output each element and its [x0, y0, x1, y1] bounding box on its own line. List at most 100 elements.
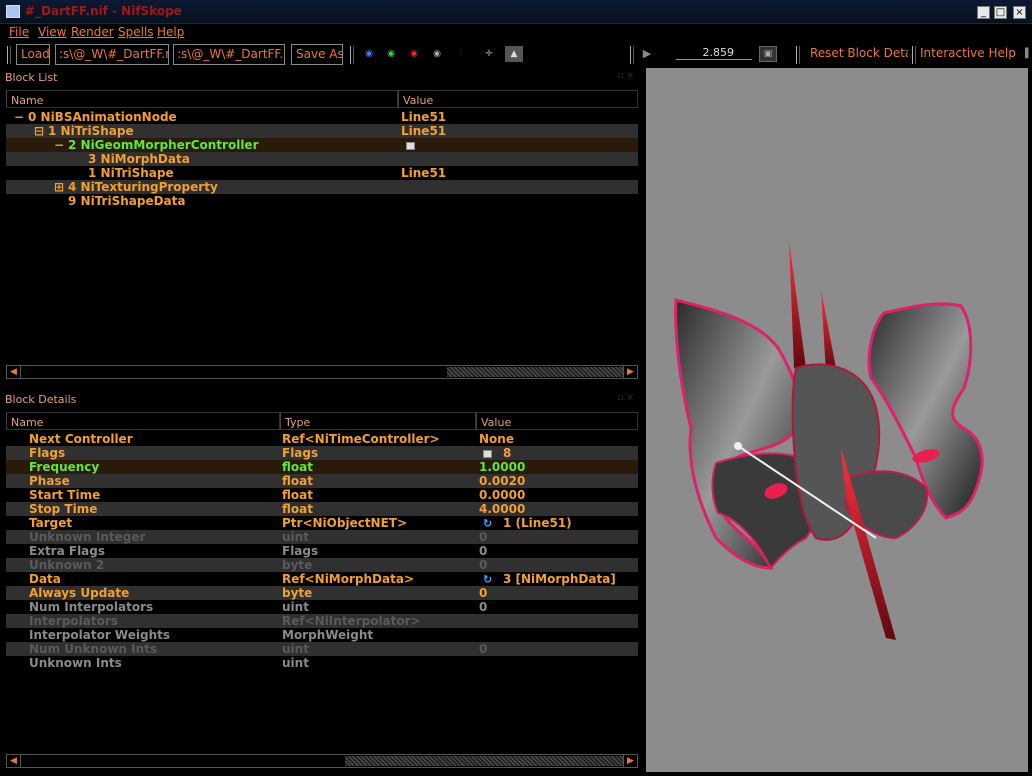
details-row[interactable]: Interpolator Weights MorphWeight	[6, 628, 638, 642]
details-row-name: Flags	[29, 446, 66, 460]
details-row-value[interactable]: 0	[479, 642, 487, 656]
details-row-value[interactable]: 0	[479, 530, 487, 544]
toolbar-grip-4[interactable]	[796, 46, 800, 64]
tree-row[interactable]: ⊟ 1 NiTriShape Line51	[6, 124, 638, 138]
load-button[interactable]: Load	[16, 44, 50, 65]
flag-icon[interactable]	[483, 446, 496, 460]
details-row-value[interactable]: 0.0020	[479, 474, 525, 488]
scroll-thumb[interactable]	[345, 756, 623, 766]
menu-render[interactable]: Render	[71, 25, 114, 39]
block-list-header-value[interactable]: Value	[398, 90, 638, 108]
scroll-left-icon[interactable]: ◀	[7, 755, 21, 767]
dock-buttons-icon[interactable]: ▫ ×	[617, 393, 634, 403]
tree-row-name: 1 NiTriShape	[88, 166, 174, 180]
play-icon[interactable]: ▶	[640, 48, 654, 59]
block-list-hscrollbar[interactable]: ◀ ▶	[6, 365, 638, 379]
toolbar-grip[interactable]	[7, 46, 11, 64]
close-button[interactable]: ×	[1013, 6, 1026, 19]
load-path-field[interactable]: :s\@_W\#_DartFF.nif	[55, 44, 169, 65]
details-row[interactable]: Extra Flags Flags 0	[6, 544, 638, 558]
eye-red-icon[interactable]: ◉	[407, 49, 421, 59]
details-row-value[interactable]: 4.0000	[479, 502, 525, 516]
menu-view[interactable]: View	[38, 25, 66, 39]
details-row-value[interactable]: 0.0000	[479, 488, 525, 502]
toolbar-grip-3[interactable]	[630, 46, 634, 64]
toolbar-grip-2[interactable]	[350, 46, 354, 64]
block-details-hscrollbar[interactable]: ◀ ▶	[6, 754, 638, 768]
details-row[interactable]: Flags Flags 8	[6, 446, 638, 460]
render-viewport[interactable]	[646, 68, 1028, 772]
details-row[interactable]: Interpolators Ref<NiInterpolator>	[6, 614, 638, 628]
collapse-icon[interactable]: −	[54, 138, 64, 152]
shading-icon[interactable]: ▲	[505, 46, 523, 62]
details-row-value[interactable]: 1.0000	[479, 460, 525, 474]
details-row-value[interactable]: 8	[503, 446, 511, 460]
details-row-type: byte	[282, 558, 313, 572]
reset-block-details-button[interactable]: Reset Block Details	[806, 44, 908, 65]
tree-row[interactable]: ⊞ 4 NiTexturingProperty	[6, 180, 638, 194]
maximize-button[interactable]: □	[994, 6, 1007, 19]
menu-file[interactable]: File	[9, 25, 29, 39]
block-details-title: Block Details ▫ ×	[0, 390, 640, 408]
block-list-header-name[interactable]: Name	[6, 90, 398, 108]
save-as-button[interactable]: Save As	[291, 44, 343, 65]
eye-gray-icon[interactable]: ◉	[430, 49, 444, 59]
link-icon[interactable]: ↻	[483, 516, 498, 530]
details-row-value[interactable]: 0	[479, 600, 487, 614]
tree-row[interactable]: −2 NiGeomMorpherController	[6, 138, 638, 152]
details-row-value[interactable]: 0	[479, 558, 487, 572]
details-header-value[interactable]: Value	[476, 412, 638, 430]
tree-row-name: 3 NiMorphData	[88, 152, 190, 166]
details-header-name[interactable]: Name	[6, 412, 280, 430]
scroll-right-icon[interactable]: ▶	[623, 755, 637, 767]
details-row[interactable]: Target Ptr<NiObjectNET> ↻ 1 (Line51)	[6, 516, 638, 530]
tree-row[interactable]: 1 NiTriShape Line51	[6, 166, 638, 180]
details-row-value[interactable]: 0	[479, 544, 487, 558]
loop-icon[interactable]: ▣	[759, 46, 777, 62]
details-row[interactable]: Stop Time float 4.0000	[6, 502, 638, 516]
eye-blue-icon[interactable]: ◉	[362, 49, 376, 59]
time-slider[interactable]: 2.859	[676, 46, 752, 60]
details-row[interactable]: Start Time float 0.0000	[6, 488, 638, 502]
save-path-field[interactable]: :s\@_W\#_DartFF.nif	[173, 44, 285, 65]
dock-buttons-icon[interactable]: ▫ ×	[617, 71, 634, 81]
collapse-icon[interactable]: −	[14, 110, 24, 124]
details-row-value[interactable]: 3 [NiMorphData]	[503, 572, 616, 586]
minimize-button[interactable]: _	[977, 6, 990, 19]
details-row[interactable]: Unknown Integer uint 0	[6, 530, 638, 544]
collapse-icon[interactable]: ⊟	[34, 124, 44, 138]
scroll-left-icon[interactable]: ◀	[7, 366, 21, 378]
details-row[interactable]: Data Ref<NiMorphData> ↻ 3 [NiMorphData]	[6, 572, 638, 586]
details-header-type[interactable]: Type	[280, 412, 476, 430]
interactive-help-button[interactable]: Interactive Help	[916, 44, 1024, 65]
tree-row[interactable]: 9 NiTriShapeData	[6, 194, 638, 208]
details-row-value[interactable]: 0	[479, 586, 487, 600]
flag-icon	[406, 138, 419, 152]
tree-row[interactable]: 3 NiMorphData	[6, 152, 638, 166]
details-row[interactable]: Unknown Ints uint	[6, 656, 638, 670]
menu-help[interactable]: Help	[157, 25, 184, 39]
details-row-name: Interpolators	[29, 614, 118, 628]
tree-row[interactable]: −0 NiBSAnimationNode Line51	[6, 110, 638, 124]
details-row-name: Start Time	[29, 488, 101, 502]
scroll-thumb[interactable]	[447, 367, 623, 377]
details-row[interactable]: Num Unknown Ints uint 0	[6, 642, 638, 656]
eye-green-icon[interactable]: ◉	[384, 49, 398, 59]
toolbar-extension-icon[interactable]: ▐	[1018, 49, 1032, 59]
details-row-value[interactable]: None	[479, 432, 514, 446]
details-row[interactable]: Always Update byte 0	[6, 586, 638, 600]
tree-row-value: Line51	[401, 124, 447, 138]
link-icon[interactable]: ↻	[483, 572, 498, 586]
scroll-right-icon[interactable]: ▶	[623, 366, 637, 378]
details-row-value[interactable]: 1 (Line51)	[503, 516, 572, 530]
axes-icon[interactable]: ✛	[482, 49, 496, 59]
expand-icon[interactable]: ⊞	[54, 180, 64, 194]
details-row[interactable]: Unknown 2 byte 0	[6, 558, 638, 572]
details-row[interactable]: Num Interpolators uint 0	[6, 600, 638, 614]
details-row[interactable]: Frequency float 1.0000	[6, 460, 638, 474]
details-row[interactable]: Next Controller Ref<NiTimeController> None	[6, 432, 638, 446]
block-details-panel: Block Details ▫ × Name Type Value Next C…	[0, 390, 640, 776]
details-row[interactable]: Phase float 0.0020	[6, 474, 638, 488]
menu-spells[interactable]: Spells	[118, 25, 154, 39]
rig-icon[interactable]: ⫶	[454, 49, 468, 59]
